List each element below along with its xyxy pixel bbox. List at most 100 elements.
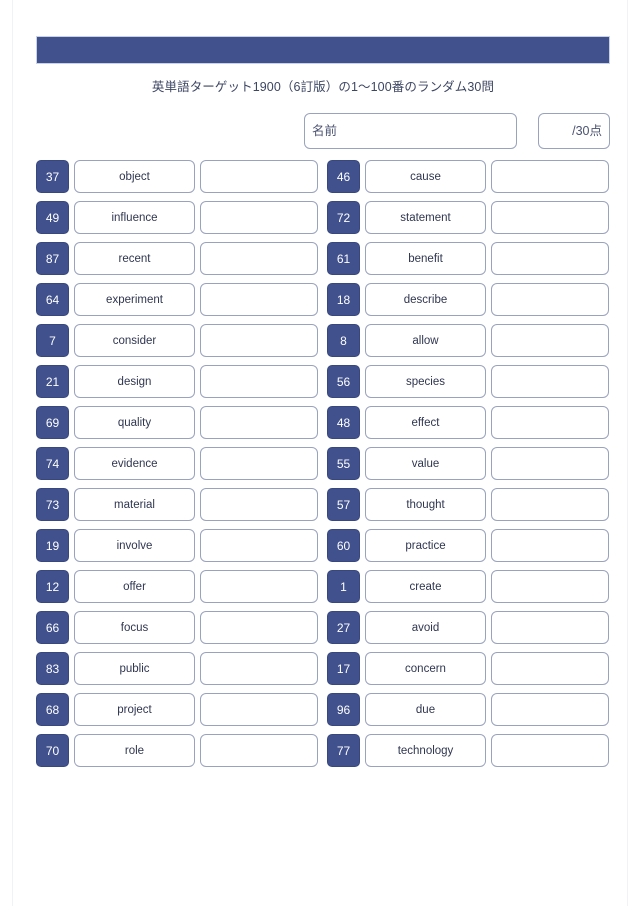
answer-input[interactable] bbox=[491, 570, 609, 603]
answer-input[interactable] bbox=[200, 160, 318, 193]
quiz-row: 12 offer bbox=[36, 570, 318, 603]
question-word: effect bbox=[365, 406, 486, 439]
question-word: technology bbox=[365, 734, 486, 767]
quiz-row: 8 allow bbox=[327, 324, 609, 357]
answer-input[interactable] bbox=[200, 652, 318, 685]
answer-input[interactable] bbox=[200, 734, 318, 767]
quiz-row: 55 value bbox=[327, 447, 609, 480]
answer-input[interactable] bbox=[491, 365, 609, 398]
quiz-row: 60 practice bbox=[327, 529, 609, 562]
question-word: cause bbox=[365, 160, 486, 193]
question-word: involve bbox=[74, 529, 195, 562]
answer-input[interactable] bbox=[200, 611, 318, 644]
question-word: create bbox=[365, 570, 486, 603]
quiz-row: 19 involve bbox=[36, 529, 318, 562]
question-number: 96 bbox=[327, 693, 360, 726]
left-column: 37 object 49 influence 87 recent 64 experiment 7… bbox=[36, 160, 318, 767]
question-number: 12 bbox=[36, 570, 69, 603]
question-number: 61 bbox=[327, 242, 360, 275]
quiz-row: 57 thought bbox=[327, 488, 609, 521]
question-number: 37 bbox=[36, 160, 69, 193]
right-column: 46 cause 72 statement 61 benefit 18 describe 8 al… bbox=[327, 160, 609, 767]
question-number: 18 bbox=[327, 283, 360, 316]
quiz-row: 70 role bbox=[36, 734, 318, 767]
answer-input[interactable] bbox=[491, 324, 609, 357]
quiz-row: 72 statement bbox=[327, 201, 609, 234]
question-number: 46 bbox=[327, 160, 360, 193]
question-number: 74 bbox=[36, 447, 69, 480]
question-word: practice bbox=[365, 529, 486, 562]
question-number: 70 bbox=[36, 734, 69, 767]
question-word: focus bbox=[74, 611, 195, 644]
answer-input[interactable] bbox=[491, 447, 609, 480]
score-field[interactable]: /30点 bbox=[538, 113, 610, 149]
answer-input[interactable] bbox=[200, 201, 318, 234]
question-word: quality bbox=[74, 406, 195, 439]
header-bar bbox=[36, 36, 610, 64]
question-number: 49 bbox=[36, 201, 69, 234]
answer-input[interactable] bbox=[200, 324, 318, 357]
quiz-row: 17 concern bbox=[327, 652, 609, 685]
question-word: recent bbox=[74, 242, 195, 275]
question-word: material bbox=[74, 488, 195, 521]
quiz-row: 18 describe bbox=[327, 283, 609, 316]
quiz-row: 96 due bbox=[327, 693, 609, 726]
answer-input[interactable] bbox=[491, 406, 609, 439]
answer-input[interactable] bbox=[491, 652, 609, 685]
answer-input[interactable] bbox=[491, 283, 609, 316]
answer-input[interactable] bbox=[491, 160, 609, 193]
question-word: concern bbox=[365, 652, 486, 685]
question-word: value bbox=[365, 447, 486, 480]
question-number: 68 bbox=[36, 693, 69, 726]
question-word: due bbox=[365, 693, 486, 726]
question-number: 60 bbox=[327, 529, 360, 562]
quiz-row: 66 focus bbox=[36, 611, 318, 644]
question-number: 17 bbox=[327, 652, 360, 685]
answer-input[interactable] bbox=[200, 693, 318, 726]
answer-input[interactable] bbox=[200, 242, 318, 275]
question-word: benefit bbox=[365, 242, 486, 275]
question-number: 48 bbox=[327, 406, 360, 439]
answer-input[interactable] bbox=[200, 529, 318, 562]
quiz-row: 56 species bbox=[327, 365, 609, 398]
question-word: allow bbox=[365, 324, 486, 357]
answer-input[interactable] bbox=[491, 488, 609, 521]
question-number: 56 bbox=[327, 365, 360, 398]
answer-input[interactable] bbox=[200, 406, 318, 439]
score-label: /30点 bbox=[572, 124, 602, 138]
question-word: consider bbox=[74, 324, 195, 357]
answer-input[interactable] bbox=[491, 201, 609, 234]
question-word: offer bbox=[74, 570, 195, 603]
answer-input[interactable] bbox=[491, 242, 609, 275]
answer-input[interactable] bbox=[491, 529, 609, 562]
answer-input[interactable] bbox=[200, 447, 318, 480]
answer-input[interactable] bbox=[200, 570, 318, 603]
question-word: experiment bbox=[74, 283, 195, 316]
question-number: 87 bbox=[36, 242, 69, 275]
quiz-row: 37 object bbox=[36, 160, 318, 193]
question-word: describe bbox=[365, 283, 486, 316]
quiz-row: 46 cause bbox=[327, 160, 609, 193]
answer-input[interactable] bbox=[491, 611, 609, 644]
quiz-grid: 37 object 49 influence 87 recent 64 experiment 7… bbox=[36, 160, 610, 767]
question-number: 77 bbox=[327, 734, 360, 767]
question-word: role bbox=[74, 734, 195, 767]
page-edge-right bbox=[627, 0, 628, 906]
answer-input[interactable] bbox=[491, 693, 609, 726]
answer-input[interactable] bbox=[491, 734, 609, 767]
name-input[interactable]: 名前 bbox=[304, 113, 517, 149]
answer-input[interactable] bbox=[200, 283, 318, 316]
page-title: 英単語ターゲット1900（6訂版）の1〜100番のランダム30問 bbox=[151, 80, 495, 94]
question-number: 73 bbox=[36, 488, 69, 521]
question-number: 83 bbox=[36, 652, 69, 685]
quiz-row: 1 create bbox=[327, 570, 609, 603]
quiz-row: 73 material bbox=[36, 488, 318, 521]
question-number: 66 bbox=[36, 611, 69, 644]
answer-input[interactable] bbox=[200, 488, 318, 521]
worksheet-page: 英単語ターゲット1900（6訂版）の1〜100番のランダム30問 名前 /30点… bbox=[0, 0, 640, 906]
question-word: species bbox=[365, 365, 486, 398]
quiz-row: 69 quality bbox=[36, 406, 318, 439]
question-word: influence bbox=[74, 201, 195, 234]
question-word: public bbox=[74, 652, 195, 685]
answer-input[interactable] bbox=[200, 365, 318, 398]
